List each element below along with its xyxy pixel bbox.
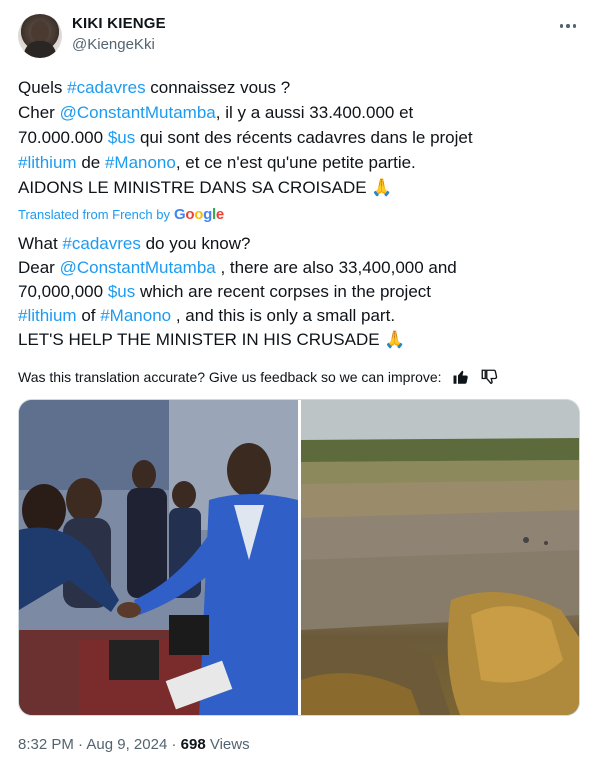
text-segment: , there are also 33,400,000 and	[215, 258, 457, 277]
text-segment: , et ce n'est qu'une petite partie.	[175, 153, 416, 172]
text-segment: do you know?	[140, 234, 251, 253]
thumbs-up-icon[interactable]	[452, 368, 470, 386]
tweet-text-translated: What #cadavres do you know? Dear @Consta…	[18, 232, 578, 352]
text-segment: , and this is only a small part.	[171, 306, 396, 325]
hashtag-link[interactable]: #cadavres	[67, 78, 145, 97]
cashtag-link[interactable]: $us	[108, 128, 135, 147]
text-segment: of	[76, 306, 101, 325]
display-name[interactable]: KIKI KIENGE	[72, 15, 166, 32]
thumbs-down-icon[interactable]	[480, 368, 498, 386]
text-segment: Dear	[18, 258, 60, 277]
text-segment: de	[76, 153, 105, 172]
separator: ·	[73, 736, 87, 753]
text-segment: which are recent corpses in the project	[135, 282, 431, 301]
google-logo: Google	[173, 206, 224, 223]
tweet-header: KIKI KIENGE @KiengeKki	[18, 12, 580, 62]
translation-label: Translated from French by	[18, 207, 170, 222]
hashtag-link[interactable]: #lithium	[18, 153, 77, 172]
handshake-illustration	[19, 400, 298, 715]
text-segment: AIDONS LE MINISTRE DANS SA CROISADE 🙏	[18, 178, 393, 197]
user-handle[interactable]: @KiengeKki	[72, 36, 155, 53]
photo-handshake[interactable]	[19, 400, 298, 715]
cashtag-link[interactable]: $us	[108, 282, 135, 301]
mention-link[interactable]: @ConstantMutamba	[60, 103, 216, 122]
media-gallery	[18, 399, 580, 716]
tweet-text-original: Quels #cadavres connaissez vous ? Cher @…	[18, 75, 578, 200]
mention-link[interactable]: @ConstantMutamba	[60, 258, 216, 277]
feedback-prompt: Was this translation accurate? Give us f…	[18, 369, 442, 385]
text-segment: LET'S HELP THE MINISTER IN HIS CRUSADE 🙏	[18, 330, 406, 349]
hashtag-link[interactable]: #lithium	[18, 306, 77, 325]
text-segment: qui sont des récents cadavres dans le pr…	[135, 128, 473, 147]
hashtag-link[interactable]: #cadavres	[62, 234, 140, 253]
tweet-time[interactable]: 8:32 PM	[18, 736, 74, 753]
views-label: Views	[205, 736, 250, 753]
text-segment: 70,000,000	[18, 282, 108, 301]
text-segment: 70.000.000	[18, 128, 108, 147]
text-segment: What	[18, 234, 63, 253]
hashtag-link[interactable]: #Manono	[105, 153, 176, 172]
tweet-metadata: 8:32 PM · Aug 9, 2024 · 698 Views	[18, 736, 250, 753]
mine-illustration	[301, 400, 579, 715]
text-segment: , il y a aussi 33.400.000 et	[215, 103, 414, 122]
hashtag-link[interactable]: #Manono	[100, 306, 171, 325]
tweet-date[interactable]: Aug 9, 2024	[86, 736, 167, 753]
avatar[interactable]	[18, 14, 62, 58]
text-segment: Quels	[18, 78, 68, 97]
separator: ·	[167, 736, 181, 753]
views-count[interactable]: 698	[181, 736, 206, 753]
text-segment: connaissez vous ?	[145, 78, 291, 97]
photo-mine-site[interactable]	[301, 400, 579, 715]
more-options-icon[interactable]	[556, 16, 580, 36]
translation-attribution[interactable]: Translated from French by Google	[18, 206, 224, 223]
text-segment: Cher	[18, 103, 60, 122]
translation-feedback: Was this translation accurate? Give us f…	[18, 368, 498, 386]
